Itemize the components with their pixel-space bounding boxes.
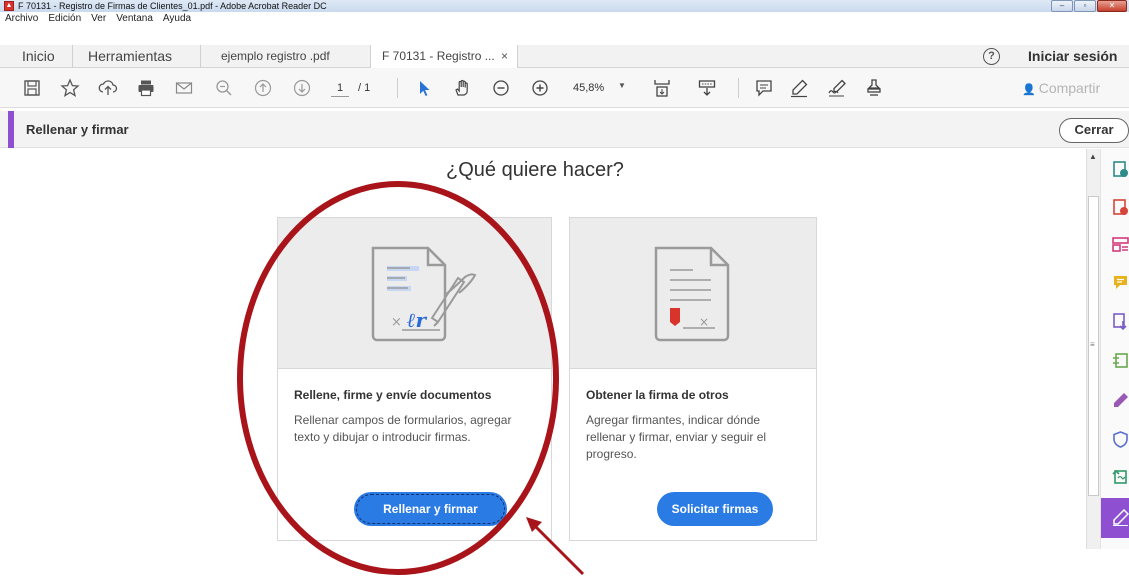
- card-description: Agregar firmantes, indicar dónde rellena…: [586, 413, 767, 461]
- page-number-input[interactable]: 1: [331, 80, 349, 97]
- upload-cloud-icon[interactable]: [98, 78, 118, 98]
- tab-f70131-active[interactable]: F 70131 - Registro ... ×: [370, 45, 518, 69]
- compress-icon[interactable]: [1112, 352, 1129, 369]
- request-signatures-button[interactable]: Solicitar firmas: [657, 492, 773, 526]
- fill-sign-illustration: × ℓr: [278, 218, 551, 369]
- window-controls: – ▫ ✕: [1051, 0, 1127, 12]
- page-heading: ¿Qué quiere hacer?: [446, 159, 624, 181]
- hand-icon[interactable]: [452, 78, 472, 98]
- tab-ejemplo-registro[interactable]: ejemplo registro .pdf: [221, 45, 330, 68]
- signin-link[interactable]: Iniciar sesión: [1028, 45, 1117, 68]
- svg-text:×: ×: [391, 315, 402, 330]
- page-total-label: / 1: [358, 82, 371, 94]
- fill-sign-icon[interactable]: [1112, 392, 1129, 409]
- toolbar-divider: [397, 78, 398, 98]
- edit-pdf-icon[interactable]: [1112, 199, 1129, 216]
- svg-text:ℓr: ℓr: [407, 308, 428, 332]
- card-title: Obtener la firma de otros: [586, 388, 729, 402]
- tool-title: Rellenar y firmar: [26, 122, 129, 137]
- card-title: Rellene, firme y envíe documentos: [294, 388, 492, 402]
- share-label: Compartir: [1038, 80, 1101, 96]
- tab-close-icon[interactable]: ×: [501, 45, 508, 68]
- share-button[interactable]: 👤 Compartir: [1022, 68, 1100, 108]
- request-signatures-illustration: ×: [570, 218, 816, 369]
- page-up-icon[interactable]: [253, 78, 273, 98]
- tab-divider: [200, 45, 201, 68]
- menu-ayuda[interactable]: Ayuda: [163, 12, 191, 34]
- document-signing-icon: × ℓr: [371, 246, 476, 342]
- highlight-pen-icon[interactable]: [789, 78, 809, 98]
- svg-text:×: ×: [699, 315, 709, 329]
- comment-tool-icon[interactable]: [1112, 274, 1129, 291]
- create-pdf-icon[interactable]: [1112, 161, 1129, 178]
- tab-f70131-label: F 70131 - Registro ...: [382, 49, 495, 63]
- page-down-icon[interactable]: [292, 78, 312, 98]
- zoom-minus-icon[interactable]: [491, 78, 511, 98]
- main-toolbar: 1 / 1 45,8% ▼ 👤 Compartir: [0, 68, 1129, 108]
- card-description: Rellenar campos de formularios, agregar …: [294, 413, 512, 444]
- close-tool-button[interactable]: Cerrar: [1059, 118, 1129, 143]
- menu-edicion[interactable]: Edición: [48, 12, 81, 34]
- tab-bar: Inicio Herramientas ejemplo registro .pd…: [0, 45, 1129, 69]
- page-fit-icon[interactable]: [652, 78, 672, 98]
- scroll-grip-icon: ≡: [1090, 340, 1095, 349]
- minimize-button[interactable]: –: [1051, 0, 1073, 12]
- fill-sign-button[interactable]: Rellenar y firmar: [354, 492, 507, 526]
- print-icon[interactable]: [136, 78, 156, 98]
- tab-inicio[interactable]: Inicio: [22, 45, 55, 68]
- email-icon[interactable]: [174, 78, 194, 98]
- menu-bar: Archivo Edición Ver Ventana Ayuda: [0, 12, 1129, 34]
- fill-sign-active-icon: [1113, 509, 1129, 526]
- request-signatures-card[interactable]: × Obtener la firma de otros Agregar firm…: [569, 217, 817, 541]
- menu-archivo[interactable]: Archivo: [5, 12, 38, 34]
- select-arrow-icon[interactable]: [414, 78, 434, 98]
- send-track-icon[interactable]: [1112, 468, 1129, 485]
- window-title: F 70131 - Registro de Firmas de Clientes…: [18, 1, 327, 11]
- menu-ventana[interactable]: Ventana: [116, 12, 153, 34]
- organize-pages-icon[interactable]: [1112, 236, 1129, 253]
- close-window-button[interactable]: ✕: [1097, 0, 1127, 12]
- tool-accent-bar: [8, 111, 14, 148]
- document-signature-request-icon: ×: [654, 246, 730, 342]
- zoom-plus-icon[interactable]: [530, 78, 550, 98]
- zoom-out-magnifier-icon[interactable]: [214, 78, 234, 98]
- bookmark-star-icon[interactable]: [60, 78, 80, 98]
- protect-icon[interactable]: [1112, 431, 1129, 448]
- scroll-mode-icon[interactable]: [697, 78, 717, 98]
- sign-icon[interactable]: [827, 78, 847, 98]
- save-icon[interactable]: [22, 78, 42, 98]
- maximize-button[interactable]: ▫: [1074, 0, 1096, 12]
- help-icon[interactable]: ?: [983, 48, 1000, 65]
- tab-divider: [72, 45, 73, 68]
- chevron-down-icon[interactable]: ▼: [618, 81, 626, 90]
- scroll-up-arrow-icon[interactable]: ▲: [1089, 152, 1097, 161]
- add-user-icon: 👤: [1022, 84, 1036, 96]
- export-pdf-icon[interactable]: [1112, 313, 1129, 330]
- stamp-icon[interactable]: [864, 78, 884, 98]
- fill-sign-tool-header: Rellenar y firmar Cerrar: [0, 111, 1129, 148]
- acrobat-app-icon: ▲: [4, 1, 14, 11]
- window-title-bar: ▲ F 70131 - Registro de Firmas de Client…: [0, 0, 1129, 12]
- zoom-level-select[interactable]: 45,8%: [573, 80, 604, 96]
- fill-sign-card[interactable]: × ℓr Rellene, firme y envíe documentos R…: [277, 217, 552, 541]
- tab-herramientas[interactable]: Herramientas: [88, 45, 172, 68]
- comment-icon[interactable]: [754, 78, 774, 98]
- menu-ver[interactable]: Ver: [91, 12, 106, 34]
- toolbar-divider: [738, 78, 739, 98]
